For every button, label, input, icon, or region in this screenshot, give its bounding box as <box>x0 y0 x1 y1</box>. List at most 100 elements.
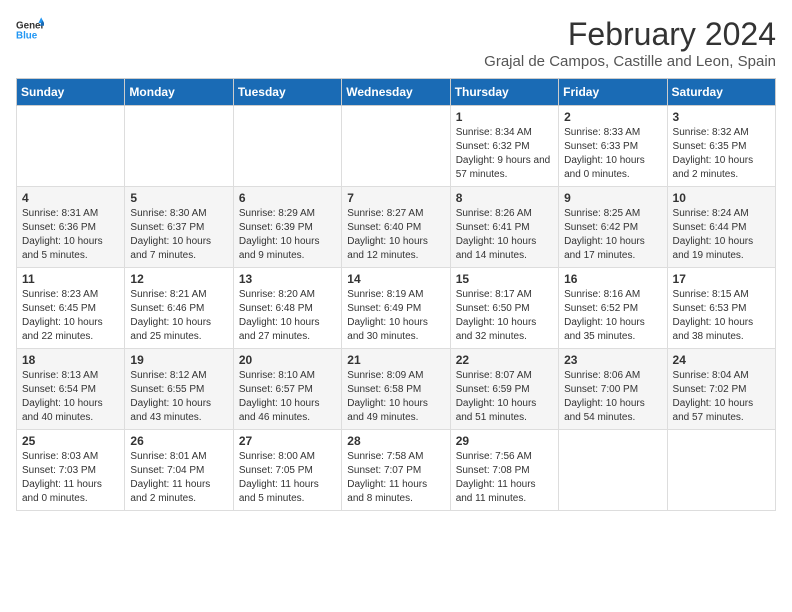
calendar-cell: 2 Sunrise: 8:33 AM Sunset: 6:33 PM Daylig… <box>559 106 667 187</box>
day-info: Sunrise: 8:01 AM Sunset: 7:04 PM Dayligh… <box>130 450 227 506</box>
day-number: 9 <box>564 191 661 205</box>
day-info: Sunrise: 8:31 AM Sunset: 6:36 PM Dayligh… <box>22 207 119 263</box>
calendar-body: 1 Sunrise: 8:34 AM Sunset: 6:32 PM Daylig… <box>17 106 776 511</box>
logo-icon: General Blue <box>16 16 44 44</box>
page-header: General Blue February 2024 Grajal de Cam… <box>16 16 776 70</box>
calendar-cell: 20 Sunrise: 8:10 AM Sunset: 6:57 PM Dayli… <box>233 349 341 430</box>
calendar-cell: 9 Sunrise: 8:25 AM Sunset: 6:42 PM Daylig… <box>559 187 667 268</box>
day-info: Sunrise: 7:58 AM Sunset: 7:07 PM Dayligh… <box>347 450 444 506</box>
title-section: February 2024 Grajal de Campos, Castille… <box>484 16 776 70</box>
calendar-cell: 3 Sunrise: 8:32 AM Sunset: 6:35 PM Daylig… <box>667 106 775 187</box>
calendar-cell: 1 Sunrise: 8:34 AM Sunset: 6:32 PM Daylig… <box>450 106 558 187</box>
calendar-week-2: 4Sunrise: 8:31 AM Sunset: 6:36 PM Daylig… <box>17 187 776 268</box>
calendar-cell: 10 Sunrise: 8:24 AM Sunset: 6:44 PM Dayli… <box>667 187 775 268</box>
calendar-cell: 17Sunrise: 8:15 AM Sunset: 6:53 PM Dayli… <box>667 268 775 349</box>
day-number: 13 <box>239 272 336 286</box>
day-info: Sunrise: 8:29 AM Sunset: 6:39 PM Dayligh… <box>239 207 336 263</box>
calendar-cell <box>125 106 233 187</box>
calendar-cell: 14Sunrise: 8:19 AM Sunset: 6:49 PM Dayli… <box>342 268 450 349</box>
calendar-cell: 11 Sunrise: 8:23 AM Sunset: 6:45 PM Dayli… <box>17 268 125 349</box>
day-info: Sunrise: 8:27 AM Sunset: 6:40 PM Dayligh… <box>347 207 444 263</box>
day-number: 8 <box>456 191 553 205</box>
day-number: 11 <box>22 272 119 286</box>
calendar-cell: 28 Sunrise: 7:58 AM Sunset: 7:07 PM Dayli… <box>342 430 450 511</box>
calendar-week-3: 11 Sunrise: 8:23 AM Sunset: 6:45 PM Dayli… <box>17 268 776 349</box>
day-info: Sunrise: 8:03 AM Sunset: 7:03 PM Dayligh… <box>22 450 119 506</box>
calendar-cell: 25 Sunrise: 8:03 AM Sunset: 7:03 PM Dayli… <box>17 430 125 511</box>
calendar-cell: 7 Sunrise: 8:27 AM Sunset: 6:40 PM Daylig… <box>342 187 450 268</box>
calendar-week-1: 1 Sunrise: 8:34 AM Sunset: 6:32 PM Daylig… <box>17 106 776 187</box>
calendar-cell: 13 Sunrise: 8:20 AM Sunset: 6:48 PM Dayli… <box>233 268 341 349</box>
day-info: Sunrise: 8:23 AM Sunset: 6:45 PM Dayligh… <box>22 288 119 344</box>
logo: General Blue <box>16 16 44 44</box>
day-number: 29 <box>456 434 553 448</box>
day-header-tuesday: Tuesday <box>233 79 341 106</box>
day-info: Sunrise: 8:20 AM Sunset: 6:48 PM Dayligh… <box>239 288 336 344</box>
day-info: Sunrise: 8:10 AM Sunset: 6:57 PM Dayligh… <box>239 369 336 425</box>
calendar-cell <box>233 106 341 187</box>
day-number: 28 <box>347 434 444 448</box>
calendar-cell: 29 Sunrise: 7:56 AM Sunset: 7:08 PM Dayli… <box>450 430 558 511</box>
calendar-cell: 5Sunrise: 8:30 AM Sunset: 6:37 PM Daylig… <box>125 187 233 268</box>
day-number: 26 <box>130 434 227 448</box>
calendar-cell: 23 Sunrise: 8:06 AM Sunset: 7:00 PM Dayli… <box>559 349 667 430</box>
calendar-cell: 12Sunrise: 8:21 AM Sunset: 6:46 PM Dayli… <box>125 268 233 349</box>
day-info: Sunrise: 7:56 AM Sunset: 7:08 PM Dayligh… <box>456 450 553 506</box>
calendar-cell: 19 Sunrise: 8:12 AM Sunset: 6:55 PM Dayli… <box>125 349 233 430</box>
calendar-cell <box>17 106 125 187</box>
day-info: Sunrise: 8:06 AM Sunset: 7:00 PM Dayligh… <box>564 369 661 425</box>
calendar-week-4: 18 Sunrise: 8:13 AM Sunset: 6:54 PM Dayli… <box>17 349 776 430</box>
calendar-cell: 16 Sunrise: 8:16 AM Sunset: 6:52 PM Dayli… <box>559 268 667 349</box>
calendar-cell: 4Sunrise: 8:31 AM Sunset: 6:36 PM Daylig… <box>17 187 125 268</box>
day-number: 25 <box>22 434 119 448</box>
day-header-monday: Monday <box>125 79 233 106</box>
calendar-cell <box>667 430 775 511</box>
day-number: 20 <box>239 353 336 367</box>
day-header-friday: Friday <box>559 79 667 106</box>
day-header-sunday: Sunday <box>17 79 125 106</box>
day-number: 19 <box>130 353 227 367</box>
day-number: 7 <box>347 191 444 205</box>
day-number: 27 <box>239 434 336 448</box>
day-info: Sunrise: 8:07 AM Sunset: 6:59 PM Dayligh… <box>456 369 553 425</box>
day-number: 22 <box>456 353 553 367</box>
day-info: Sunrise: 8:04 AM Sunset: 7:02 PM Dayligh… <box>673 369 770 425</box>
day-header-thursday: Thursday <box>450 79 558 106</box>
day-number: 3 <box>673 110 770 124</box>
day-number: 6 <box>239 191 336 205</box>
day-info: Sunrise: 8:00 AM Sunset: 7:05 PM Dayligh… <box>239 450 336 506</box>
calendar-week-5: 25 Sunrise: 8:03 AM Sunset: 7:03 PM Dayli… <box>17 430 776 511</box>
day-number: 1 <box>456 110 553 124</box>
day-info: Sunrise: 8:13 AM Sunset: 6:54 PM Dayligh… <box>22 369 119 425</box>
subtitle: Grajal de Campos, Castille and Leon, Spa… <box>484 53 776 70</box>
day-number: 12 <box>130 272 227 286</box>
day-info: Sunrise: 8:15 AM Sunset: 6:53 PM Dayligh… <box>673 288 770 344</box>
day-info: Sunrise: 8:25 AM Sunset: 6:42 PM Dayligh… <box>564 207 661 263</box>
calendar-cell: 15Sunrise: 8:17 AM Sunset: 6:50 PM Dayli… <box>450 268 558 349</box>
day-info: Sunrise: 8:09 AM Sunset: 6:58 PM Dayligh… <box>347 369 444 425</box>
main-title: February 2024 <box>484 16 776 53</box>
day-header-saturday: Saturday <box>667 79 775 106</box>
calendar-cell: 8Sunrise: 8:26 AM Sunset: 6:41 PM Daylig… <box>450 187 558 268</box>
day-number: 5 <box>130 191 227 205</box>
day-number: 23 <box>564 353 661 367</box>
day-number: 10 <box>673 191 770 205</box>
day-number: 18 <box>22 353 119 367</box>
day-info: Sunrise: 8:19 AM Sunset: 6:49 PM Dayligh… <box>347 288 444 344</box>
calendar-cell: 21 Sunrise: 8:09 AM Sunset: 6:58 PM Dayli… <box>342 349 450 430</box>
day-number: 16 <box>564 272 661 286</box>
day-info: Sunrise: 8:34 AM Sunset: 6:32 PM Dayligh… <box>456 126 553 182</box>
day-number: 21 <box>347 353 444 367</box>
svg-text:Blue: Blue <box>16 30 38 41</box>
calendar-cell <box>559 430 667 511</box>
day-header-wednesday: Wednesday <box>342 79 450 106</box>
day-info: Sunrise: 8:16 AM Sunset: 6:52 PM Dayligh… <box>564 288 661 344</box>
day-number: 24 <box>673 353 770 367</box>
day-info: Sunrise: 8:32 AM Sunset: 6:35 PM Dayligh… <box>673 126 770 182</box>
day-number: 2 <box>564 110 661 124</box>
day-info: Sunrise: 8:33 AM Sunset: 6:33 PM Dayligh… <box>564 126 661 182</box>
day-info: Sunrise: 8:12 AM Sunset: 6:55 PM Dayligh… <box>130 369 227 425</box>
calendar-table: SundayMondayTuesdayWednesdayThursdayFrid… <box>16 78 776 511</box>
calendar-cell: 27 Sunrise: 8:00 AM Sunset: 7:05 PM Dayli… <box>233 430 341 511</box>
day-info: Sunrise: 8:24 AM Sunset: 6:44 PM Dayligh… <box>673 207 770 263</box>
